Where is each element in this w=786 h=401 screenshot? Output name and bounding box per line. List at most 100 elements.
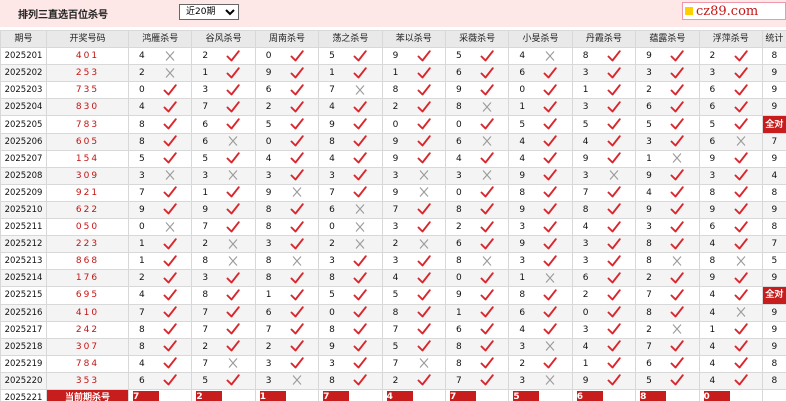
stat-cell: 9 [761,64,786,83]
kill-pick-number: 9 [519,170,526,181]
period-range-select[interactable]: 近20期 [179,4,239,20]
kill-pick-cell: 6 [508,303,573,322]
checkmark-icon [417,220,431,233]
checkmark-icon [353,169,367,181]
kill-pick-number: 8 [455,358,462,369]
stat-cell: 8 [761,183,786,202]
kill-pick-cell: 5 [635,115,700,134]
checkmark-icon [670,84,684,96]
kill-pick-cell: 9 [381,132,446,151]
period-cell: 2025219 [0,354,47,373]
checkmark-icon [607,101,621,113]
kill-pick-cell: 8 [698,183,763,202]
stat-column-header: 统计 [761,29,786,49]
current-kill-badge: 4 [386,391,413,401]
draw-number-cell: 868 [46,252,129,271]
table-row: 2025209 921 7 1 9 7 9 0 8 7 4 8 8 [0,183,786,202]
kill-pick-cell: 3 [318,166,383,185]
kill-pick-number: 6 [455,239,462,250]
cross-icon [163,169,177,181]
kill-pick-number: 0 [582,307,589,318]
kill-pick-number: 2 [646,273,652,284]
kill-pick-number: 9 [455,85,462,96]
checkmark-icon [607,306,621,318]
kill-pick-cell: 9 [508,200,573,220]
kill-pick-number: 9 [646,204,652,215]
kill-pick-cell: 3 [318,354,383,373]
kill-pick-number: 8 [455,341,462,352]
draw-number-cell: 783 [46,115,129,134]
period-cell: 2025206 [0,132,47,151]
kill-pick-cell: 9 [318,115,383,134]
table-row: 2025211 050 0 7 8 0 3 2 3 4 3 6 8 [0,218,786,237]
kill-pick-cell: 0 [444,269,510,288]
kill-pick-cell: 4 [508,320,573,339]
kill-pick-number: 3 [582,239,589,250]
kill-pick-cell: 4 [571,337,637,356]
checkmark-icon [290,220,304,233]
table-row: 2025212 223 1 2 3 2 2 6 9 3 8 4 7 [0,235,786,254]
stat-cell: 8 [761,47,786,66]
kill-pick-cell: 1 [444,303,510,322]
kill-pick-cell: 7 [127,303,193,322]
kill-pick-cell: 5 [318,47,383,66]
kill-pick-cell: 4 [318,149,383,168]
checkmark-icon [670,49,684,62]
draw-number-cell: 784 [46,354,129,373]
kill-pick-cell: 3 [508,218,573,237]
kill-pick-number: 6 [646,102,652,113]
checkmark-icon [734,220,748,233]
stat-cell: 全对 [761,286,786,305]
kill-pick-cell: 0 [571,303,637,322]
kill-pick-cell: 1 [508,98,573,117]
kill-pick-cell: 2 [254,337,320,356]
kill-pick-cell: 1 [698,320,763,339]
checkmark-icon [543,152,558,164]
kill-pick-number: 9 [392,136,399,147]
toolbar: 排列三直选百位杀号 近20期 cz89.com [0,0,786,27]
cross-icon [226,135,240,147]
current-kill-cell: 7 [444,388,510,401]
cross-icon [480,255,494,267]
expert-column-header: 小旻杀号 [508,29,573,49]
kill-pick-cell: 4 [698,235,763,254]
checkmark-icon [480,323,494,335]
table-row: 2025204 830 4 7 2 4 2 8 1 3 6 6 9 [0,98,786,117]
stat-cell: 7 [761,235,786,254]
checkmark-icon [417,289,431,301]
kill-pick-number: 6 [582,273,589,284]
kill-pick-cell: 8 [571,200,637,220]
kill-pick-cell: 7 [381,200,446,220]
current-kill-badge: 1 [259,391,286,401]
kill-pick-cell: 7 [191,98,256,117]
kill-pick-cell: 6 [635,98,700,117]
period-cell: 2025205 [0,115,47,134]
kill-pick-cell: 4 [571,132,637,151]
cross-icon [480,135,494,147]
table-row: 2025219 784 4 7 3 3 7 8 2 1 6 4 8 [0,354,786,373]
kill-pick-number: 9 [646,170,652,181]
draw-number-cell: 735 [46,81,129,100]
kill-pick-cell: 2 [698,47,763,66]
kill-pick-number: 3 [582,256,589,267]
table-row: 2025217 242 8 7 7 8 7 6 4 3 2 1 9 [0,320,786,339]
kill-pick-number: 6 [265,307,272,318]
checkmark-icon [163,101,177,113]
kill-pick-number: 4 [329,102,335,113]
kill-pick-number: 5 [329,290,335,301]
checkmark-icon [734,152,748,164]
stat-cell: 5 [761,252,786,271]
kill-pick-number: 3 [519,341,526,352]
cross-icon [226,357,240,369]
kill-pick-cell: 3 [191,166,256,185]
kill-pick-cell: 3 [508,252,573,271]
kill-pick-cell: 2 [635,320,700,339]
kill-pick-cell: 8 [444,354,510,373]
kill-pick-cell: 8 [444,252,510,271]
kill-pick-cell: 8 [127,132,193,151]
checkmark-icon [734,203,748,215]
kill-pick-number: 9 [202,204,209,215]
site-logo[interactable]: cz89.com [682,2,786,20]
stat-cell: 9 [761,303,786,322]
kill-pick-number: 3 [329,256,335,267]
